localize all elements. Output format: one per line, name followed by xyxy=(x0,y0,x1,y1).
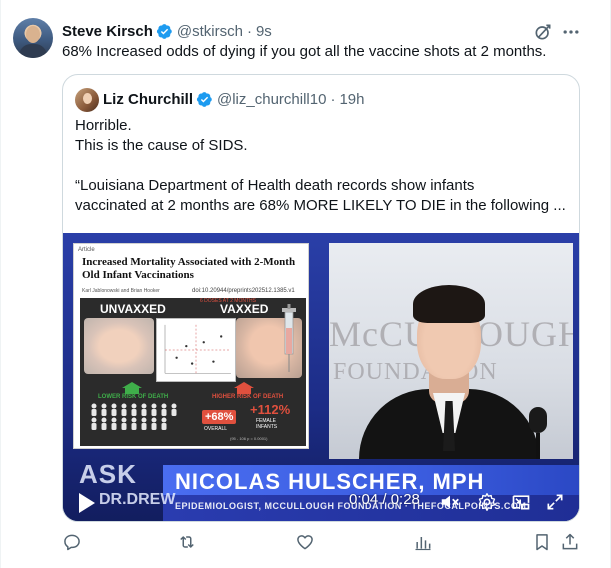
quoted-tweet-header: Liz Churchill @liz_churchill10 · 19h xyxy=(103,89,364,109)
slide-tag: Article xyxy=(78,247,95,253)
picture-in-picture-icon[interactable] xyxy=(511,492,531,512)
quoted-tweet-time[interactable]: 19h xyxy=(339,91,364,108)
stat-overall-label: OVERALL xyxy=(204,426,228,432)
microphone-icon xyxy=(529,407,547,459)
settings-gear-icon[interactable] xyxy=(477,492,497,512)
reply-icon[interactable] xyxy=(62,532,82,552)
grok-icon[interactable] xyxy=(533,22,553,42)
tweet[interactable]: Steve Kirsch @stkirsch · 9s 68% Increase… xyxy=(0,0,611,568)
views-icon[interactable] xyxy=(413,532,433,552)
baby-photo-left xyxy=(84,318,154,374)
like-icon[interactable] xyxy=(295,532,315,552)
tweet-header: Steve Kirsch @stkirsch · 9s xyxy=(62,21,272,41)
author-name[interactable]: Steve Kirsch xyxy=(62,23,153,40)
green-house-icon xyxy=(122,382,142,394)
infographic: UNVAXXED 6 DOSES AT 2 MONTHS VAXXED LOWE… xyxy=(80,298,306,446)
slide-doi: doi:10.20944/preprints202512.1385.v1 xyxy=(192,288,295,294)
lower-risk-label: LOWER RISK OF DEATH xyxy=(98,394,169,400)
quoted-text-line: This is the cause of SIDS. xyxy=(75,137,248,154)
share-icon[interactable] xyxy=(560,532,580,552)
slide-title: Increased Mortality Associated with 2-Mo… xyxy=(82,256,296,281)
mini-scatter-chart xyxy=(156,318,236,382)
syringe-icon xyxy=(282,304,296,372)
vaxxed-label: VAXXED xyxy=(220,302,269,316)
quoted-author-handle[interactable]: @liz_churchill10 xyxy=(217,91,326,108)
video-player[interactable]: Article Increased Mortality Associated w… xyxy=(63,233,579,521)
quoted-text-line: vaccinated at 2 months are 68% MORE LIKE… xyxy=(75,197,566,214)
quoted-tweet-text: Horrible. This is the cause of SIDS. “Lo… xyxy=(75,116,569,216)
separator-dot: · xyxy=(330,90,336,108)
unvaxxed-label: UNVAXXED xyxy=(100,302,166,316)
red-house-icon xyxy=(234,382,254,394)
verified-badge-icon xyxy=(196,91,212,107)
author-handle[interactable]: @stkirsch xyxy=(177,23,243,40)
speaker-camera-feed: McCULLOUGH FOUNDATION xyxy=(329,243,573,459)
stat-overall: +68% xyxy=(202,410,237,424)
quoted-author-avatar[interactable] xyxy=(75,88,99,112)
mute-icon[interactable] xyxy=(439,491,461,513)
tweet-text: 68% Increased odds of dying if you got a… xyxy=(62,43,547,60)
quoted-tweet[interactable]: Liz Churchill @liz_churchill10 · 19h Hor… xyxy=(62,74,580,522)
play-icon[interactable] xyxy=(77,491,97,515)
slide-authors: Karl Jablonowski and Brian Hooker xyxy=(82,288,160,294)
tweet-action-bar xyxy=(62,532,580,556)
stat-female: +112% xyxy=(250,402,291,417)
higher-risk-label: HIGHER RISK OF DEATH xyxy=(212,394,284,400)
research-slide-image: Article Increased Mortality Associated w… xyxy=(73,243,309,449)
tweet-time[interactable]: 9s xyxy=(256,23,272,40)
quoted-text-line: Horrible. xyxy=(75,117,132,134)
verified-badge-icon xyxy=(156,23,172,39)
quoted-author-name[interactable]: Liz Churchill xyxy=(103,91,193,108)
repost-icon[interactable] xyxy=(177,532,197,552)
show-logo-ask: ASK xyxy=(79,459,137,489)
more-icon[interactable] xyxy=(561,22,581,42)
bookmark-icon[interactable] xyxy=(532,532,552,552)
people-icons xyxy=(91,403,177,430)
stat-footnote: (95 - 106 p = 0.0001) xyxy=(230,436,268,441)
fullscreen-icon[interactable] xyxy=(545,492,565,512)
author-avatar[interactable] xyxy=(13,18,53,58)
stat-female-label: FEMALE INFANTS xyxy=(256,418,277,430)
separator-dot: · xyxy=(246,22,252,40)
show-logo-drew: DR.DREW xyxy=(99,491,176,508)
quoted-text-line: “Louisiana Department of Health death re… xyxy=(75,177,475,194)
stat-female-label-2: INFANTS xyxy=(256,424,278,430)
speaker-hair xyxy=(413,285,485,323)
video-time-display: 0:04 / 0:28 xyxy=(349,491,420,508)
